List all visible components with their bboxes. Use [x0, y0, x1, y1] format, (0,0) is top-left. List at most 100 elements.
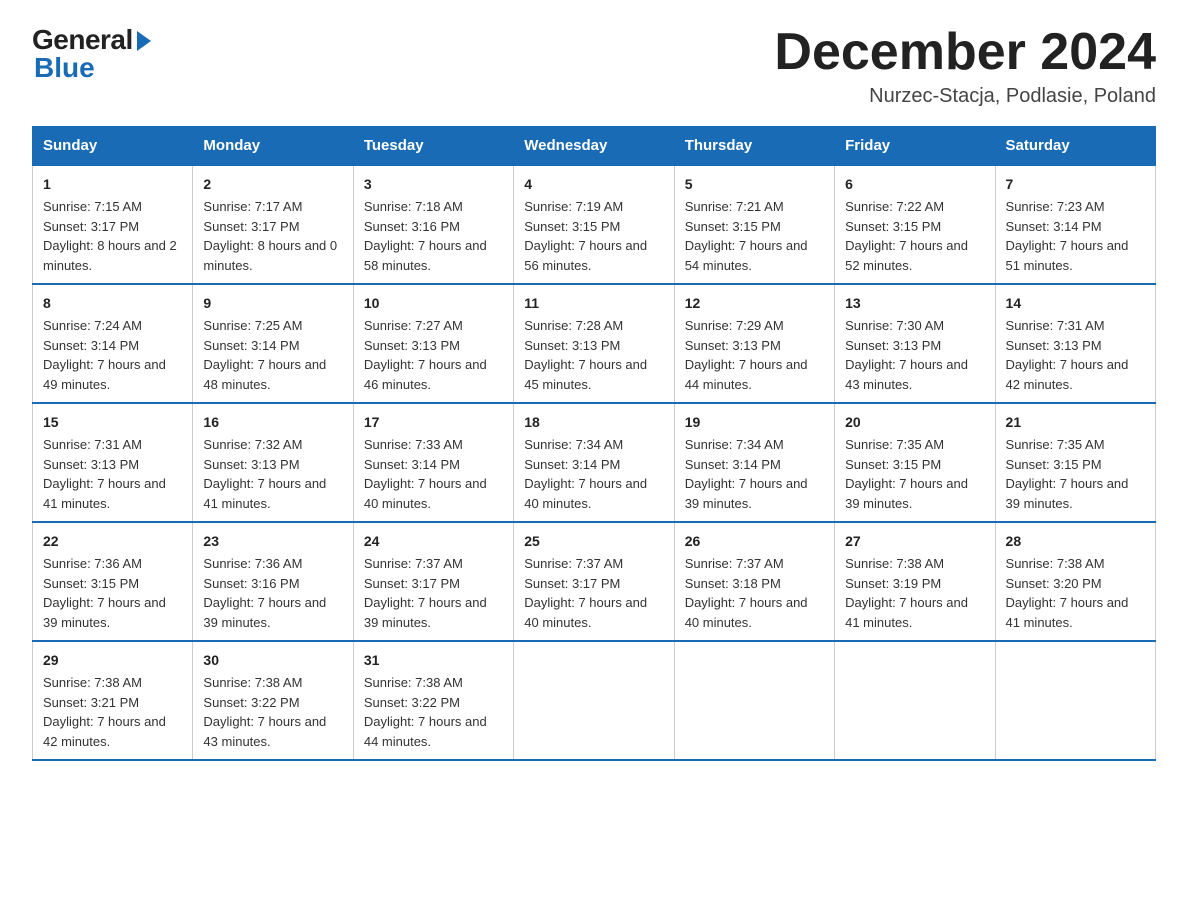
calendar-cell	[835, 641, 995, 760]
day-number: 21	[1006, 412, 1145, 433]
day-info: Sunrise: 7:37 AMSunset: 3:17 PMDaylight:…	[524, 556, 647, 630]
day-number: 15	[43, 412, 182, 433]
calendar-cell: 25 Sunrise: 7:37 AMSunset: 3:17 PMDayligh…	[514, 522, 674, 641]
day-info: Sunrise: 7:25 AMSunset: 3:14 PMDaylight:…	[203, 318, 326, 392]
calendar-cell: 30 Sunrise: 7:38 AMSunset: 3:22 PMDayligh…	[193, 641, 353, 760]
logo-arrow-icon	[137, 31, 151, 51]
logo: General Blue	[32, 24, 151, 84]
day-number: 14	[1006, 293, 1145, 314]
day-number: 19	[685, 412, 824, 433]
day-info: Sunrise: 7:34 AMSunset: 3:14 PMDaylight:…	[524, 437, 647, 511]
day-number: 5	[685, 174, 824, 195]
day-info: Sunrise: 7:38 AMSunset: 3:19 PMDaylight:…	[845, 556, 968, 630]
calendar-cell: 17Sunrise: 7:33 AMSunset: 3:14 PMDayligh…	[353, 403, 513, 522]
week-row-2: 8 Sunrise: 7:24 AMSunset: 3:14 PMDaylight…	[33, 284, 1156, 403]
day-info: Sunrise: 7:35 AMSunset: 3:15 PMDaylight:…	[1006, 437, 1129, 511]
day-number: 30	[203, 650, 342, 671]
day-info: Sunrise: 7:38 AMSunset: 3:22 PMDaylight:…	[364, 675, 487, 749]
calendar-cell: 24Sunrise: 7:37 AMSunset: 3:17 PMDayligh…	[353, 522, 513, 641]
calendar-cell: 12 Sunrise: 7:29 AMSunset: 3:13 PMDayligh…	[674, 284, 834, 403]
day-info: Sunrise: 7:36 AMSunset: 3:16 PMDaylight:…	[203, 556, 326, 630]
day-info: Sunrise: 7:38 AMSunset: 3:22 PMDaylight:…	[203, 675, 326, 749]
day-number: 16	[203, 412, 342, 433]
day-info: Sunrise: 7:31 AMSunset: 3:13 PMDaylight:…	[1006, 318, 1129, 392]
calendar-cell: 26Sunrise: 7:37 AMSunset: 3:18 PMDayligh…	[674, 522, 834, 641]
header-friday: Friday	[835, 127, 995, 166]
day-number: 1	[43, 174, 182, 195]
day-number: 22	[43, 531, 182, 552]
day-info: Sunrise: 7:23 AMSunset: 3:14 PMDaylight:…	[1006, 199, 1129, 273]
day-info: Sunrise: 7:31 AMSunset: 3:13 PMDaylight:…	[43, 437, 166, 511]
calendar-cell: 8 Sunrise: 7:24 AMSunset: 3:14 PMDaylight…	[33, 284, 193, 403]
day-info: Sunrise: 7:15 AMSunset: 3:17 PMDaylight:…	[43, 199, 177, 273]
calendar-cell: 9 Sunrise: 7:25 AMSunset: 3:14 PMDaylight…	[193, 284, 353, 403]
day-info: Sunrise: 7:38 AMSunset: 3:20 PMDaylight:…	[1006, 556, 1129, 630]
day-info: Sunrise: 7:21 AMSunset: 3:15 PMDaylight:…	[685, 199, 808, 273]
calendar-cell: 16 Sunrise: 7:32 AMSunset: 3:13 PMDayligh…	[193, 403, 353, 522]
calendar-cell: 19 Sunrise: 7:34 AMSunset: 3:14 PMDayligh…	[674, 403, 834, 522]
day-info: Sunrise: 7:30 AMSunset: 3:13 PMDaylight:…	[845, 318, 968, 392]
day-info: Sunrise: 7:29 AMSunset: 3:13 PMDaylight:…	[685, 318, 808, 392]
calendar-cell: 18Sunrise: 7:34 AMSunset: 3:14 PMDayligh…	[514, 403, 674, 522]
day-number: 31	[364, 650, 503, 671]
calendar-cell: 14 Sunrise: 7:31 AMSunset: 3:13 PMDayligh…	[995, 284, 1155, 403]
calendar-cell	[674, 641, 834, 760]
day-number: 12	[685, 293, 824, 314]
day-number: 3	[364, 174, 503, 195]
calendar-cell: 27 Sunrise: 7:38 AMSunset: 3:19 PMDayligh…	[835, 522, 995, 641]
calendar-cell: 4Sunrise: 7:19 AMSunset: 3:15 PMDaylight…	[514, 165, 674, 284]
calendar-cell: 20Sunrise: 7:35 AMSunset: 3:15 PMDayligh…	[835, 403, 995, 522]
header-monday: Monday	[193, 127, 353, 166]
day-info: Sunrise: 7:22 AMSunset: 3:15 PMDaylight:…	[845, 199, 968, 273]
calendar-cell: 29Sunrise: 7:38 AMSunset: 3:21 PMDayligh…	[33, 641, 193, 760]
calendar-header-row: SundayMondayTuesdayWednesdayThursdayFrid…	[33, 127, 1156, 166]
day-number: 9	[203, 293, 342, 314]
day-info: Sunrise: 7:33 AMSunset: 3:14 PMDaylight:…	[364, 437, 487, 511]
calendar-cell: 13 Sunrise: 7:30 AMSunset: 3:13 PMDayligh…	[835, 284, 995, 403]
calendar-cell: 21 Sunrise: 7:35 AMSunset: 3:15 PMDayligh…	[995, 403, 1155, 522]
day-info: Sunrise: 7:27 AMSunset: 3:13 PMDaylight:…	[364, 318, 487, 392]
logo-blue-text: Blue	[32, 52, 95, 84]
header: General Blue December 2024 Nurzec-Stacja…	[32, 24, 1156, 108]
calendar-cell	[995, 641, 1155, 760]
week-row-1: 1 Sunrise: 7:15 AMSunset: 3:17 PMDaylight…	[33, 165, 1156, 284]
day-info: Sunrise: 7:24 AMSunset: 3:14 PMDaylight:…	[43, 318, 166, 392]
day-number: 25	[524, 531, 663, 552]
subtitle: Nurzec-Stacja, Podlasie, Poland	[774, 85, 1156, 108]
calendar-cell: 2 Sunrise: 7:17 AMSunset: 3:17 PMDaylight…	[193, 165, 353, 284]
week-row-3: 15 Sunrise: 7:31 AMSunset: 3:13 PMDayligh…	[33, 403, 1156, 522]
calendar-cell: 22Sunrise: 7:36 AMSunset: 3:15 PMDayligh…	[33, 522, 193, 641]
day-info: Sunrise: 7:32 AMSunset: 3:13 PMDaylight:…	[203, 437, 326, 511]
day-number: 24	[364, 531, 503, 552]
calendar-cell: 3 Sunrise: 7:18 AMSunset: 3:16 PMDaylight…	[353, 165, 513, 284]
calendar-cell: 7Sunrise: 7:23 AMSunset: 3:14 PMDaylight…	[995, 165, 1155, 284]
main-title: December 2024	[774, 24, 1156, 81]
calendar-cell: 23Sunrise: 7:36 AMSunset: 3:16 PMDayligh…	[193, 522, 353, 641]
day-info: Sunrise: 7:34 AMSunset: 3:14 PMDaylight:…	[685, 437, 808, 511]
calendar-cell: 10Sunrise: 7:27 AMSunset: 3:13 PMDayligh…	[353, 284, 513, 403]
day-number: 20	[845, 412, 984, 433]
week-row-4: 22Sunrise: 7:36 AMSunset: 3:15 PMDayligh…	[33, 522, 1156, 641]
calendar-table: SundayMondayTuesdayWednesdayThursdayFrid…	[32, 126, 1156, 761]
calendar-cell: 5 Sunrise: 7:21 AMSunset: 3:15 PMDaylight…	[674, 165, 834, 284]
day-number: 8	[43, 293, 182, 314]
day-number: 28	[1006, 531, 1145, 552]
calendar-cell: 1 Sunrise: 7:15 AMSunset: 3:17 PMDaylight…	[33, 165, 193, 284]
day-number: 11	[524, 293, 663, 314]
day-number: 27	[845, 531, 984, 552]
day-info: Sunrise: 7:28 AMSunset: 3:13 PMDaylight:…	[524, 318, 647, 392]
day-number: 29	[43, 650, 182, 671]
calendar-cell	[514, 641, 674, 760]
header-wednesday: Wednesday	[514, 127, 674, 166]
day-number: 13	[845, 293, 984, 314]
calendar-cell: 6Sunrise: 7:22 AMSunset: 3:15 PMDaylight…	[835, 165, 995, 284]
day-info: Sunrise: 7:17 AMSunset: 3:17 PMDaylight:…	[203, 199, 337, 273]
calendar-cell: 15 Sunrise: 7:31 AMSunset: 3:13 PMDayligh…	[33, 403, 193, 522]
day-info: Sunrise: 7:19 AMSunset: 3:15 PMDaylight:…	[524, 199, 647, 273]
week-row-5: 29Sunrise: 7:38 AMSunset: 3:21 PMDayligh…	[33, 641, 1156, 760]
calendar-cell: 31 Sunrise: 7:38 AMSunset: 3:22 PMDayligh…	[353, 641, 513, 760]
day-info: Sunrise: 7:18 AMSunset: 3:16 PMDaylight:…	[364, 199, 487, 273]
day-number: 2	[203, 174, 342, 195]
title-area: December 2024 Nurzec-Stacja, Podlasie, P…	[774, 24, 1156, 108]
day-info: Sunrise: 7:37 AMSunset: 3:18 PMDaylight:…	[685, 556, 808, 630]
